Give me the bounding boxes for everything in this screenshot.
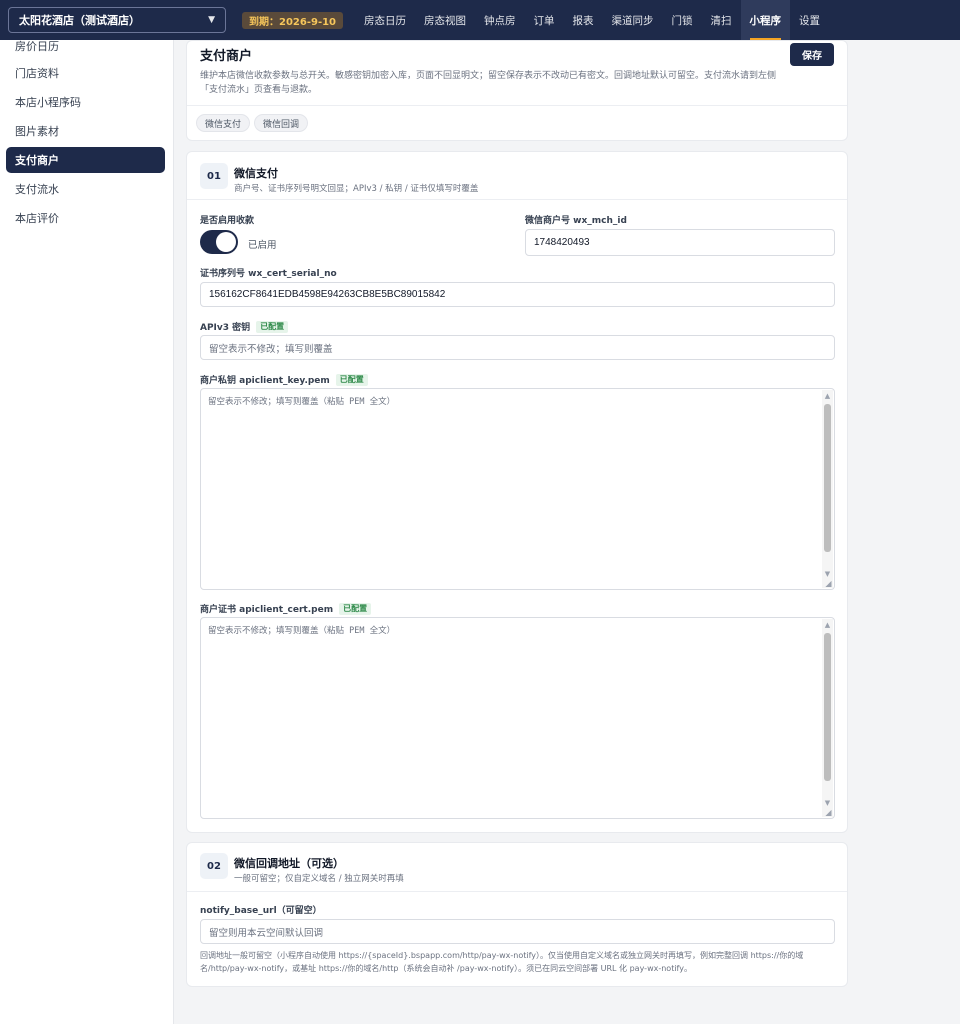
mch-id-label: 微信商户号 wx_mch_id: [525, 216, 627, 226]
divider: [187, 105, 847, 106]
chip-wechat-pay[interactable]: 微信支付: [196, 114, 251, 132]
configured-badge: 已配置: [339, 602, 372, 615]
cert-placeholder: 留空表示不修改；填写则覆盖（粘贴 PEM 全文）: [208, 626, 396, 636]
header-card: 支付商户 保存 维护本店微信收款参数与总开关。敏感密钥加密入库，页面不回显明文；…: [186, 40, 848, 141]
apiv3-label-text: APIv3 密钥: [200, 323, 251, 333]
nav-orders[interactable]: 订单: [525, 0, 564, 40]
wechat-pay-card: 01 微信支付 商户号、证书序列号明文回显；APIv3 / 私钥 / 证书仅填写…: [186, 151, 848, 833]
sidebar-item-payment-flow[interactable]: 支付流水: [6, 176, 165, 202]
private-key-textarea[interactable]: 留空表示不修改；填写则覆盖（粘贴 PEM 全文） ▲ ▼ ◢: [200, 388, 835, 590]
mch-id-input[interactable]: 1748420493: [525, 229, 835, 256]
nav-hourly-room[interactable]: 钟点房: [475, 0, 525, 40]
nav-mini-program[interactable]: 小程序: [740, 0, 791, 40]
sidebar-item-image-assets[interactable]: 图片素材: [6, 118, 165, 144]
scroll-up-icon[interactable]: ▲: [822, 390, 833, 401]
nav-settings[interactable]: 设置: [790, 0, 829, 40]
apiv3-label: APIv3 密钥 已配置: [200, 320, 289, 333]
expire-badge: 到期：2026-9-10: [242, 11, 344, 29]
sidebar-item-store-reviews[interactable]: 本店评价: [6, 205, 165, 231]
nav-room-calendar[interactable]: 房态日历: [355, 0, 415, 40]
callback-card: 02 微信回调地址（可选） 一般可留空；仅自定义域名 / 独立网关时再填 not…: [186, 842, 848, 987]
scroll-thumb[interactable]: [824, 633, 831, 781]
private-key-placeholder: 留空表示不修改；填写则覆盖（粘贴 PEM 全文）: [208, 397, 396, 407]
scroll-up-icon[interactable]: ▲: [822, 619, 833, 630]
nav-reports[interactable]: 报表: [564, 0, 603, 40]
enable-toggle[interactable]: [200, 230, 238, 254]
cert-label: 商户证书 apiclient_cert.pem 已配置: [200, 602, 372, 615]
section-subtitle: 一般可留空；仅自定义域名 / 独立网关时再填: [234, 874, 404, 884]
sidebar-item-payment-merchant[interactable]: 支付商户: [6, 147, 165, 173]
callback-hint: 回调地址一般可留空（小程序自动使用 https://{spaceId}.bspa…: [200, 951, 804, 973]
section-title: 微信回调地址（可选）: [234, 857, 344, 870]
toggle-knob: [216, 232, 236, 252]
scrollbar[interactable]: ▲ ▼: [822, 390, 833, 588]
key-label-text: 商户私钥 apiclient_key.pem: [200, 376, 330, 386]
chip-wechat-callback[interactable]: 微信回调: [254, 114, 309, 132]
scroll-down-icon[interactable]: ▼: [822, 568, 833, 579]
scroll-down-icon[interactable]: ▼: [822, 797, 833, 808]
notify-label: notify_base_url（可留空）: [200, 906, 322, 916]
page-description: 维护本店微信收款参数与总开关。敏感密钥加密入库，页面不回显明文；留空保存表示不改…: [200, 71, 777, 95]
cert-textarea[interactable]: 留空表示不修改；填写则覆盖（粘贴 PEM 全文） ▲ ▼ ◢: [200, 617, 835, 819]
section-number: 01: [200, 163, 228, 189]
sidebar-item-store-info[interactable]: 门店资料: [6, 60, 165, 86]
enable-label: 是否启用收款: [200, 216, 255, 226]
serial-label: 证书序列号 wx_cert_serial_no: [200, 269, 337, 279]
section-subtitle: 商户号、证书序列号明文回显；APIv3 / 私钥 / 证书仅填写时覆盖: [234, 184, 479, 194]
notify-input[interactable]: 留空则用本云空间默认回调: [200, 919, 835, 944]
nav-room-view[interactable]: 房态视图: [415, 0, 475, 40]
section-title: 微信支付: [234, 167, 278, 180]
enable-state: 已启用: [248, 240, 277, 251]
scrollbar[interactable]: ▲ ▼: [822, 619, 833, 817]
sidebar-item-price-calendar[interactable]: 房价日历: [6, 40, 165, 59]
configured-badge: 已配置: [335, 373, 368, 386]
key-label: 商户私钥 apiclient_key.pem 已配置: [200, 373, 368, 386]
sidebar: 房价日历 门店资料 本店小程序码 图片素材 支付商户 支付流水 本店评价: [0, 40, 174, 1024]
resize-grip-icon[interactable]: ◢: [824, 579, 833, 588]
top-bar: 太阳花酒店（测试酒店） ▼ 到期：2026-9-10 房态日历 房态视图 钟点房…: [0, 0, 960, 40]
divider: [187, 891, 847, 892]
scroll-thumb[interactable]: [824, 404, 831, 552]
hotel-name: 太阳花酒店（测试酒店）: [19, 14, 140, 27]
divider: [187, 199, 847, 200]
hotel-select[interactable]: 太阳花酒店（测试酒店） ▼: [8, 7, 226, 33]
configured-badge: 已配置: [256, 320, 289, 333]
sidebar-item-mini-program-code[interactable]: 本店小程序码: [6, 89, 165, 115]
chevron-down-icon: ▼: [208, 15, 215, 25]
serial-input[interactable]: 156162CF8641EDB4598E94263CB8E5BC89015842: [200, 282, 835, 307]
nav-cleaning[interactable]: 清扫: [702, 0, 741, 40]
cert-label-text: 商户证书 apiclient_cert.pem: [200, 605, 334, 615]
main-nav: 房态日历 房态视图 钟点房 订单 报表 渠道同步 门锁 清扫 小程序 设置: [355, 0, 829, 40]
nav-door-lock[interactable]: 门锁: [663, 0, 702, 40]
resize-grip-icon[interactable]: ◢: [824, 808, 833, 817]
section-number: 02: [200, 853, 228, 879]
save-button[interactable]: 保存: [790, 43, 834, 66]
nav-channel-sync[interactable]: 渠道同步: [603, 0, 663, 40]
page-title: 支付商户: [200, 49, 253, 64]
apiv3-input[interactable]: 留空表示不修改；填写则覆盖: [200, 335, 835, 360]
